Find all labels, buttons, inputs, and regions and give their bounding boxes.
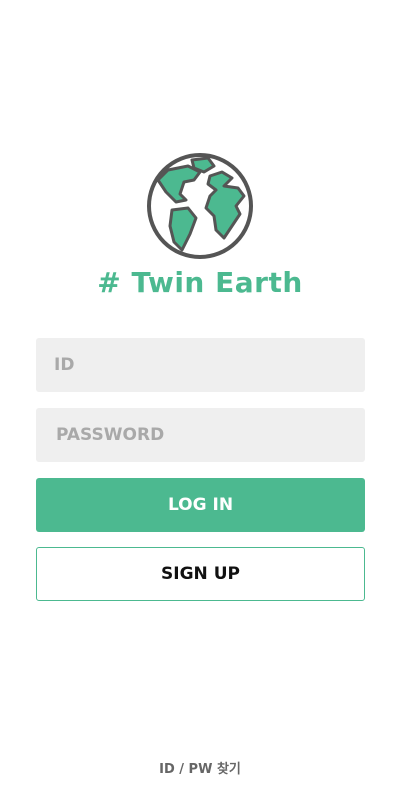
login-button[interactable]: LOG IN xyxy=(36,478,365,532)
password-input[interactable] xyxy=(36,408,365,462)
find-id-password-link[interactable]: ID / PW 찾기 xyxy=(0,758,400,777)
login-form: LOG IN SIGN UP xyxy=(36,338,365,601)
app-logo: # Twin Earth xyxy=(0,152,400,300)
login-screen: # Twin Earth LOG IN SIGN UP ID / PW 찾기 xyxy=(0,0,400,800)
signup-button[interactable]: SIGN UP xyxy=(36,547,365,601)
globe-icon xyxy=(147,153,253,259)
id-input[interactable] xyxy=(36,338,365,392)
brand-title: # Twin Earth xyxy=(97,266,303,299)
